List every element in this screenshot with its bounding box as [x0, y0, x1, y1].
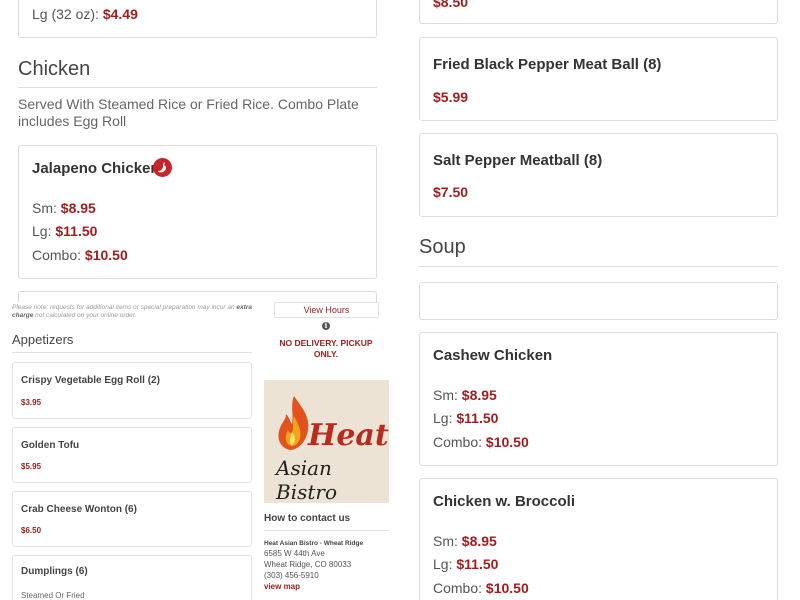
contact-divider	[264, 530, 389, 531]
size-label: Sm:	[32, 200, 57, 216]
size-label: Lg:	[32, 223, 52, 239]
section-description: Served With Steamed Rice or Fried Rice. …	[18, 96, 359, 129]
logo-subtext: Asian Bistro	[276, 456, 337, 503]
size-label: Sm:	[433, 533, 458, 549]
section-divider	[12, 352, 252, 353]
item-name: Crispy Vegetable Egg Roll (2)	[21, 375, 160, 386]
item-price: $10.50	[485, 434, 529, 450]
menu-item-card-black-pepper-meatball[interactable]: Fried Black Pepper Meat Ball (8) $5.99	[419, 37, 778, 121]
contact-heading: How to contact us	[264, 513, 351, 524]
item-name: Salt Pepper Meatball (8)	[433, 152, 603, 169]
price-line-large: Lg: $11.50	[433, 410, 498, 426]
section-divider	[419, 266, 778, 267]
section-title-appetizers: Appetizers	[12, 332, 74, 347]
item-price: $7.50	[433, 184, 469, 200]
item-name: Golden Tofu	[21, 440, 80, 451]
item-name: Jalapeno Chicken	[32, 160, 160, 177]
item-price: $3.95	[21, 398, 42, 407]
item-price: $10.50	[84, 247, 128, 263]
menu-item-card-top-left[interactable]: Lg (32 oz): $4.49	[18, 0, 377, 38]
item-price: $8.95	[461, 533, 497, 549]
size-label: Combo:	[32, 247, 82, 263]
item-name: Chicken w. Broccoli	[433, 493, 575, 510]
address-line-2: Wheat Ridge, CO 80033	[264, 560, 352, 569]
item-name: Crab Cheese Wonton (6)	[21, 504, 137, 515]
item-price: $11.50	[456, 410, 499, 426]
size-label: Combo:	[433, 580, 483, 596]
size-label: Sm:	[433, 387, 458, 403]
size-label: Combo:	[433, 434, 483, 450]
item-price: $4.49	[102, 6, 138, 22]
appetizer-card-egg-roll[interactable]: Crispy Vegetable Egg Roll (2) $3.95	[12, 362, 252, 419]
phone-number[interactable]: (303) 456-5910	[264, 571, 319, 580]
address-line-1: 6585 W 44th Ave	[264, 549, 325, 558]
size-label: Lg:	[433, 410, 453, 426]
item-price: $8.50	[433, 0, 469, 10]
size-label: Lg (32 oz):	[32, 6, 99, 22]
price-line-small: Sm: $8.95	[433, 387, 497, 403]
item-price: $11.50	[55, 223, 98, 239]
item-price: $10.50	[485, 580, 529, 596]
price-line-combo: Combo: $10.50	[32, 247, 128, 263]
note-text: not calculated on your online order.	[35, 312, 137, 319]
appetizer-card-dumplings[interactable]: Dumplings (6) Steamed Or Fried	[12, 555, 252, 600]
price-line-large: Lg: $11.50	[433, 556, 498, 572]
item-name: Fried Black Pepper Meat Ball (8)	[433, 56, 662, 73]
order-note: Please note: requests for additional ite…	[12, 304, 252, 320]
price-line-large: Lg: $11.50	[32, 223, 97, 239]
item-name: Dumplings (6)	[21, 566, 88, 577]
menu-item-card-chicken-broccoli[interactable]: Chicken w. Broccoli Sm: $8.95 Lg: $11.50…	[419, 478, 778, 600]
note-text: Please note: requests for additional ite…	[12, 304, 235, 311]
delivery-notice: NO DELIVERY. PICKUP ONLY.	[279, 338, 373, 359]
menu-item-card-partial[interactable]	[419, 282, 778, 320]
item-price: $11.50	[456, 556, 499, 572]
price-line-combo: Combo: $10.50	[433, 434, 529, 450]
section-title-chicken: Chicken	[18, 58, 91, 80]
section-divider	[18, 87, 377, 88]
restaurant-name: Heat Asian Bistro - Wheat Ridge	[264, 540, 364, 547]
price-line-small: Sm: $8.95	[32, 200, 96, 216]
menu-item-card-jalapeno-chicken[interactable]: Jalapeno Chicken Sm: $8.95 Lg: $11.50 Co…	[18, 145, 377, 279]
item-description: Steamed Or Fried	[21, 591, 85, 600]
price-line-large: Lg (32 oz): $4.49	[32, 6, 138, 22]
chili-icon	[153, 158, 172, 177]
price-line-small: Sm: $8.95	[433, 533, 497, 549]
contact-name: Heat Asian Bistro - Wheat Ridge	[264, 538, 363, 547]
item-name: Cashew Chicken	[433, 347, 553, 364]
view-hours-button[interactable]: View Hours	[274, 302, 379, 318]
item-price: $5.99	[433, 89, 469, 105]
price-line-combo: Combo: $10.50	[433, 580, 529, 596]
item-price: $8.95	[461, 387, 497, 403]
item-price: $5.95	[21, 462, 42, 471]
item-price: $6.50	[21, 526, 42, 535]
appetizer-card-golden-tofu[interactable]: Golden Tofu $5.95	[12, 427, 252, 483]
menu-item-card-top-right[interactable]: $8.50	[419, 0, 778, 24]
menu-item-card-salt-pepper-meatball[interactable]: Salt Pepper Meatball (8) $7.50	[419, 133, 778, 217]
restaurant-logo: Heat Asian Bistro	[264, 380, 389, 503]
view-map-link[interactable]: view map	[264, 582, 300, 591]
logo-text: Heat	[308, 418, 389, 453]
size-label: Lg:	[433, 556, 453, 572]
menu-item-card-cashew-chicken[interactable]: Cashew Chicken Sm: $8.95 Lg: $11.50 Comb…	[419, 332, 778, 466]
item-price: $8.95	[60, 200, 96, 216]
info-icon: i	[322, 322, 330, 330]
appetizer-card-crab-wonton[interactable]: Crab Cheese Wonton (6) $6.50	[12, 491, 252, 547]
section-title-soup: Soup	[419, 236, 466, 258]
